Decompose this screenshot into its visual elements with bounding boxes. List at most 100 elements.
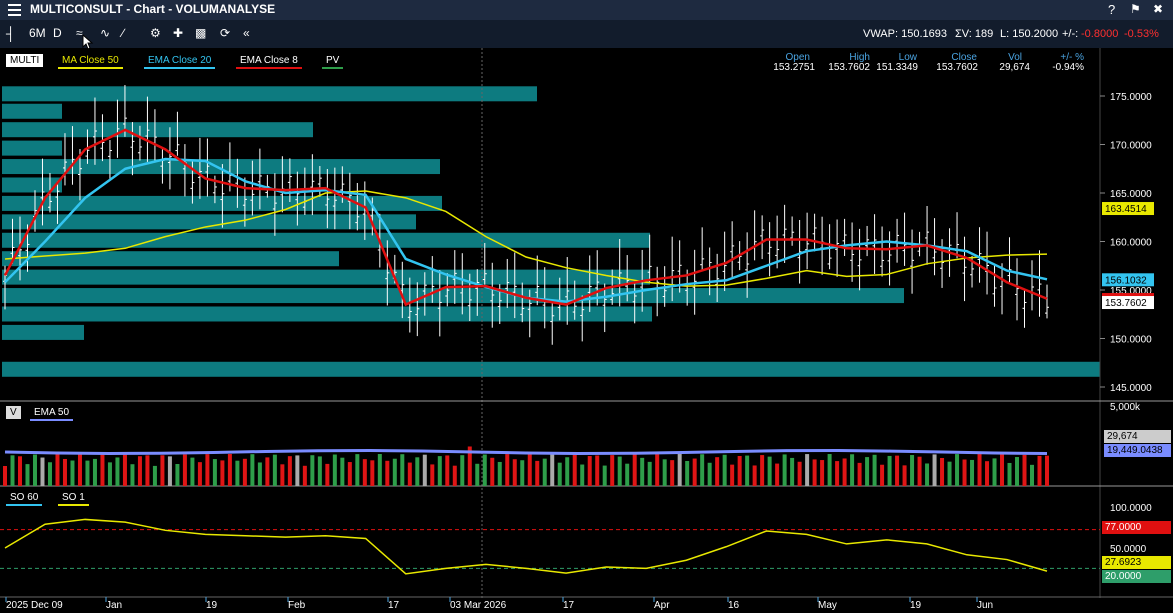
- stoch-axis-100: 100.0000: [1110, 503, 1152, 514]
- volume-bar: [385, 460, 390, 486]
- volume-bar: [152, 465, 157, 486]
- volume-bar: [850, 454, 855, 486]
- volume-bar: [932, 454, 937, 486]
- volume-bar: [362, 459, 367, 486]
- volume-bar: [122, 454, 127, 486]
- volume-bar: [3, 466, 7, 486]
- stoch-value-tag: 27.6923: [1102, 556, 1171, 569]
- volume-bar: [685, 460, 690, 486]
- stoch-axis-50: 50.0000: [1110, 544, 1147, 555]
- volume-profile-bar: [2, 86, 537, 102]
- price-axis-label: 170.0000: [1110, 141, 1152, 152]
- volume-bar: [242, 458, 247, 486]
- volume-bar: [670, 460, 675, 486]
- volume-profile-bar: [2, 324, 84, 340]
- volume-bar: [692, 458, 697, 486]
- volume-bar: [550, 454, 555, 486]
- volume-bar: [77, 454, 82, 486]
- time-axis-label: Feb: [288, 600, 306, 611]
- volume-bar: [977, 454, 982, 486]
- volume-bar: [745, 455, 750, 486]
- volume-bar: [647, 461, 652, 486]
- volume-bar: [17, 456, 22, 486]
- volume-bar: [265, 457, 270, 486]
- volume-bar: [752, 465, 757, 486]
- volume-bar: [700, 454, 705, 486]
- volume-bar: [557, 462, 562, 486]
- volume-bar: [137, 456, 142, 486]
- time-axis-label: 19: [910, 600, 922, 611]
- volume-bar: [475, 463, 480, 486]
- volume-bar: [490, 457, 495, 486]
- volume-profile-bar: [2, 288, 904, 304]
- price-axis-label: 165.0000: [1110, 189, 1152, 200]
- time-axis-label: 17: [563, 600, 575, 611]
- volume-bar: [115, 457, 120, 486]
- volume-bar: [47, 462, 52, 486]
- time-axis-label: 03 Mar 2026: [450, 600, 507, 611]
- volume-bar: [565, 457, 570, 486]
- volume-bar: [10, 455, 15, 486]
- price-axis-label: 150.0000: [1110, 335, 1152, 346]
- volume-ema-label[interactable]: EMA 50: [30, 406, 74, 421]
- volume-bar: [827, 454, 832, 486]
- volume-bar: [287, 456, 292, 486]
- volume-bar: [715, 457, 720, 486]
- time-axis-label: Apr: [654, 600, 670, 611]
- volume-bar: [295, 455, 300, 486]
- volume-bar: [55, 454, 60, 486]
- so1-label[interactable]: SO 1: [58, 491, 89, 506]
- time-axis-label: 19: [206, 600, 218, 611]
- volume-bar: [842, 458, 847, 486]
- volume-bar: [677, 454, 682, 486]
- volume-bar: [92, 458, 97, 486]
- volume-profile-bar: [2, 269, 650, 285]
- volume-bar: [917, 456, 922, 486]
- time-axis-label: May: [818, 600, 837, 611]
- volume-bar: [377, 454, 382, 486]
- volume-bar: [197, 462, 202, 486]
- volume-bar: [767, 456, 772, 486]
- volume-bar: [415, 457, 420, 486]
- volume-bar: [640, 457, 645, 486]
- volume-bar: [1045, 455, 1049, 486]
- volume-label[interactable]: V: [6, 406, 21, 419]
- volume-bar: [250, 454, 255, 486]
- volume-bar: [617, 456, 622, 486]
- volume-bar: [625, 463, 630, 486]
- volume-bar: [107, 462, 112, 486]
- volume-bar: [40, 457, 45, 486]
- volume-bar: [805, 454, 810, 486]
- volume-bar: [1022, 454, 1027, 486]
- time-axis-label: 16: [728, 600, 740, 611]
- volume-bar: [430, 464, 435, 486]
- volume-axis-label: 5,000k: [1110, 402, 1141, 413]
- price-axis-label: 160.0000: [1110, 238, 1152, 249]
- volume-bar: [340, 457, 345, 486]
- volume-bar: [790, 457, 795, 486]
- stoch-upper-tag: 77.0000: [1102, 521, 1171, 534]
- volume-bar: [422, 454, 427, 486]
- volume-bar: [175, 464, 180, 486]
- volume-bar: [722, 454, 727, 486]
- volume-bar: [872, 454, 877, 486]
- volume-bar: [595, 455, 600, 486]
- volume-bar: [955, 454, 960, 486]
- volume-bar: [707, 462, 712, 486]
- volume-bar: [1007, 462, 1012, 486]
- volume-profile-bar: [2, 103, 62, 119]
- volume-bar: [437, 456, 442, 486]
- volume-bar: [482, 454, 487, 486]
- volume-bar: [632, 454, 637, 486]
- price-chart[interactable]: 175.0000170.0000165.0000160.0000155.0000…: [0, 0, 1173, 613]
- volume-bar: [760, 455, 765, 486]
- volume-bar: [497, 461, 502, 486]
- volume-bar: [797, 461, 802, 486]
- volume-bar: [100, 454, 105, 486]
- stoch-lower-tag: 20.0000: [1102, 570, 1171, 583]
- volume-bar: [182, 454, 187, 486]
- so60-label[interactable]: SO 60: [6, 491, 43, 506]
- volume-bar: [460, 455, 465, 486]
- volume-bar: [865, 457, 870, 486]
- volume-bar: [542, 458, 547, 486]
